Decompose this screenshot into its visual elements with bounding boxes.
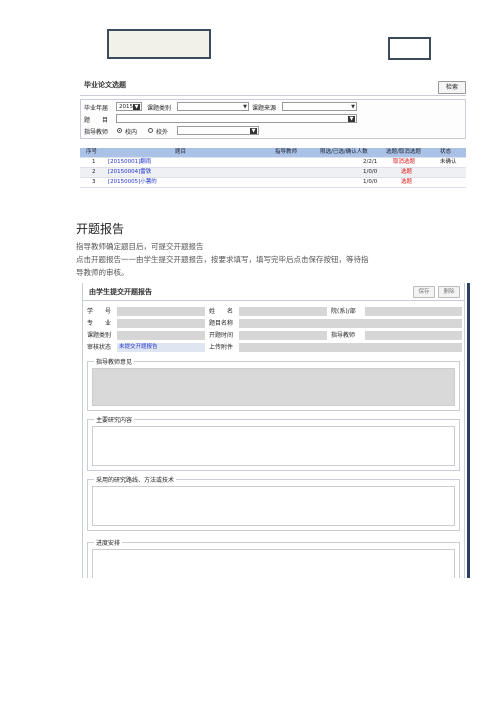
- topic-select[interactable]: ▼: [116, 114, 357, 123]
- table-row[interactable]: 2 [20150004]雷铁 1/0/0 选题: [80, 168, 466, 178]
- section-heading: 开题报告: [76, 222, 125, 236]
- row-no: 1: [92, 159, 96, 165]
- search-button[interactable]: 检索: [438, 81, 466, 94]
- year-value: 2015: [119, 104, 133, 110]
- name-field[interactable]: [239, 307, 327, 316]
- chevron-down-icon: ▼: [348, 116, 355, 122]
- row-no: 2: [92, 169, 96, 175]
- save-button[interactable]: 保存: [413, 286, 435, 298]
- row-topic-link[interactable]: [20150004]雷铁: [108, 168, 151, 177]
- chevron-down-icon: ▼: [250, 128, 257, 134]
- row-no: 3: [92, 179, 96, 185]
- open-time-label: 开题时间: [209, 332, 234, 339]
- row-count: 1/0/0: [363, 179, 378, 185]
- paragraph: 点击开题报告一一由学生提交开题报告，按要求填写，填写完毕后点击保存按钮，等待指: [76, 255, 369, 264]
- open-time-field[interactable]: [239, 331, 327, 340]
- form-row: 审核状态 未提交开题报告 上传附件: [85, 342, 462, 353]
- research-content-section: 主要研究内容: [87, 415, 460, 471]
- delete-button[interactable]: 删除: [438, 286, 460, 298]
- topic-selection-panel: 毕业论文选题 检索 毕业年届 2015 ▼ 课题类别 ▼ 课题来源 ▼ 题 目 ▼…: [80, 78, 466, 193]
- advisor-opinion-section: 指导教师意见: [87, 357, 460, 411]
- section-title: 指导教师意见: [94, 357, 135, 366]
- paragraph: 导教师的审核。: [76, 268, 129, 277]
- topic-type-label: 课题类别: [87, 332, 112, 339]
- attachment-label: 上传附件: [209, 344, 234, 351]
- form-row: 课题类别 开题时间 指导教师: [85, 330, 462, 341]
- radio-inside[interactable]: [117, 128, 122, 133]
- col-advisor: 指导教师: [275, 149, 298, 155]
- topic-name-field[interactable]: [239, 319, 462, 328]
- category-label: 课题类别: [147, 105, 172, 112]
- row-count: 1/0/0: [363, 169, 378, 175]
- row-topic-link[interactable]: [20150001]翻雨: [108, 158, 151, 167]
- scrollbar[interactable]: [467, 283, 470, 578]
- row-action-link[interactable]: 取消选题: [393, 158, 415, 167]
- row-count: 2/2/1: [363, 159, 378, 165]
- chevron-down-icon: ▼: [351, 104, 355, 110]
- form-title: 由学生提交开题报告: [89, 288, 152, 296]
- research-content-textarea[interactable]: [92, 426, 455, 466]
- advisor-field[interactable]: [365, 331, 462, 340]
- paragraph: 指导教师确定题目后，可提交开题报告: [76, 242, 204, 251]
- row-topic-link[interactable]: [20150005]小薯的: [108, 178, 157, 187]
- col-count: 限选/已选/确认人数: [320, 149, 368, 155]
- source-select[interactable]: ▼: [282, 102, 357, 111]
- schedule-textarea[interactable]: [92, 549, 455, 578]
- filter-form: 毕业年届 2015 ▼ 课题类别 ▼ 课题来源 ▼ 题 目 ▼ 指导教师 校内 校…: [80, 99, 466, 139]
- panel-title: 毕业论文选题: [84, 81, 126, 89]
- section-title: 进度安排: [94, 538, 123, 547]
- advisor-label: 指导教师: [331, 332, 356, 339]
- table-row[interactable]: 1 [20150001]翻雨 2/2/1 取消选题 未确认: [80, 158, 466, 168]
- review-status-value: 未提交开题报告: [119, 344, 158, 350]
- year-label: 毕业年届: [84, 105, 109, 112]
- row-status: 未确认: [440, 159, 457, 165]
- table-header: 序号 题目 指导教师 限选/已选/确认人数 选题/取消选题 状态: [80, 148, 466, 158]
- category-select[interactable]: ▼: [177, 102, 249, 111]
- research-method-textarea[interactable]: [92, 486, 455, 526]
- form-row: 专 业 题目名称: [85, 318, 462, 329]
- student-no-label: 学 号: [87, 308, 112, 315]
- top-right-box: [388, 37, 431, 60]
- advisor-label: 指导教师: [84, 129, 109, 136]
- department-field[interactable]: [365, 307, 462, 316]
- top-left-box: [107, 29, 211, 59]
- topic-label: 题 目: [84, 117, 109, 124]
- section-title: 主要研究内容: [94, 415, 135, 424]
- col-topic: 题目: [175, 149, 187, 155]
- form-row: 学 号 姓 名 院(系)/部: [85, 306, 462, 317]
- review-status-field: 未提交开题报告: [117, 343, 205, 352]
- radio-inside-label: 校内: [125, 129, 138, 136]
- chevron-down-icon: ▼: [133, 104, 140, 110]
- col-no: 序号: [86, 149, 98, 155]
- student-no-field[interactable]: [117, 307, 205, 316]
- advisor-opinion-textarea: [92, 368, 455, 406]
- topic-type-field[interactable]: [117, 331, 205, 340]
- col-action: 选题/取消选题: [386, 149, 421, 155]
- col-status: 状态: [440, 149, 452, 155]
- table-row[interactable]: 3 [20150005]小薯的 1/0/0 选题: [80, 178, 466, 188]
- row-action-link[interactable]: 选题: [401, 168, 412, 177]
- source-label: 课题来源: [252, 105, 277, 112]
- name-label: 姓 名: [209, 308, 234, 315]
- schedule-section: 进度安排: [87, 538, 460, 578]
- year-select[interactable]: 2015 ▼: [116, 102, 142, 111]
- research-method-section: 采用的研究路线、方法或技术: [87, 475, 460, 531]
- attachment-field[interactable]: [239, 343, 462, 352]
- row-action-link[interactable]: 选题: [401, 178, 412, 187]
- department-label: 院(系)/部: [331, 308, 356, 315]
- radio-outside-label: 校外: [156, 129, 169, 136]
- divider: [80, 95, 466, 96]
- topic-name-label: 题目名称: [209, 320, 234, 327]
- major-label: 专 业: [87, 320, 112, 327]
- review-status-label: 审核状态: [87, 344, 112, 351]
- major-field[interactable]: [117, 319, 205, 328]
- advisor-select[interactable]: ▼: [177, 126, 259, 135]
- topic-table: 序号 题目 指导教师 限选/已选/确认人数 选题/取消选题 状态 1 [2015…: [80, 148, 466, 188]
- chevron-down-icon: ▼: [243, 104, 247, 110]
- proposal-form-panel: 由学生提交开题报告 保存 删除 学 号 姓 名 院(系)/部 专 业 题目名称 …: [82, 283, 465, 578]
- radio-outside[interactable]: [148, 128, 153, 133]
- section-title: 采用的研究路线、方法或技术: [94, 475, 177, 484]
- divider: [83, 300, 464, 301]
